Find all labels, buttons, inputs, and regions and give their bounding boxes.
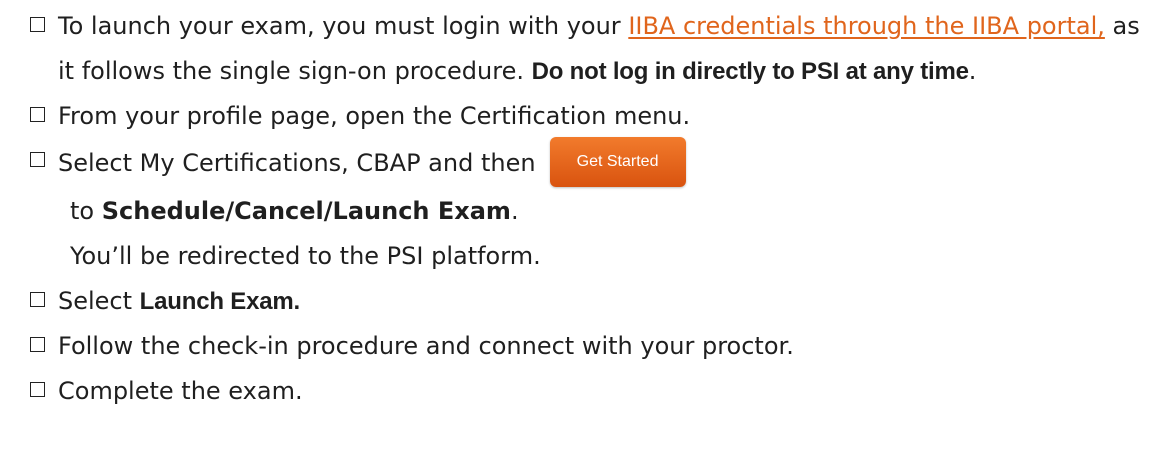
step-text: . — [510, 197, 519, 225]
step-text: to — [70, 197, 102, 225]
checklist-item-profile: From your profile page, open the Certifi… — [30, 94, 1150, 139]
checklist-item-launch: Select Launch Exam. — [30, 279, 1150, 324]
checkbox-icon[interactable] — [30, 152, 45, 167]
step-action: Launch Exam. — [139, 288, 301, 315]
checklist-item-check-in: Follow the check-in procedure and connec… — [30, 324, 1150, 369]
step-text: Complete the exam. — [58, 377, 303, 405]
checklist-item-select-certification: Select My Certifications, CBAP and then G… — [30, 137, 1150, 279]
step-line: Select My Certifications, CBAP and then G… — [58, 137, 1150, 189]
checkbox-icon[interactable] — [30, 292, 45, 307]
step-text: Select My Certifications, CBAP and then — [58, 149, 536, 177]
step-note: You’ll be redirected to the PSI platform… — [70, 242, 541, 270]
checklist-item-complete: Complete the exam. — [30, 369, 1150, 414]
checkbox-icon[interactable] — [30, 17, 45, 32]
step-text: . — [968, 57, 977, 85]
step-text: Follow the check-in procedure and connec… — [58, 332, 794, 360]
get-started-button[interactable]: Get Started — [549, 137, 686, 187]
checkbox-icon[interactable] — [30, 107, 45, 122]
step-line: to Schedule/Cancel/Launch Exam. — [58, 189, 1150, 234]
checklist-item-login: To launch your exam, you must login with… — [30, 4, 1150, 94]
step-action: Schedule/Cancel/Launch Exam — [101, 197, 511, 225]
step-text: To launch your exam, you must login with… — [58, 12, 629, 40]
step-warning: Do not log in directly to PSI at any tim… — [531, 58, 969, 85]
step-text: Select — [58, 287, 140, 315]
checkbox-icon[interactable] — [30, 382, 45, 397]
exam-launch-checklist: To launch your exam, you must login with… — [30, 4, 1150, 414]
iiba-portal-link[interactable]: IIBA credentials through the IIBA portal… — [628, 12, 1105, 40]
checkbox-icon[interactable] — [30, 337, 45, 352]
step-text: From your profile page, open the Certifi… — [58, 102, 691, 130]
